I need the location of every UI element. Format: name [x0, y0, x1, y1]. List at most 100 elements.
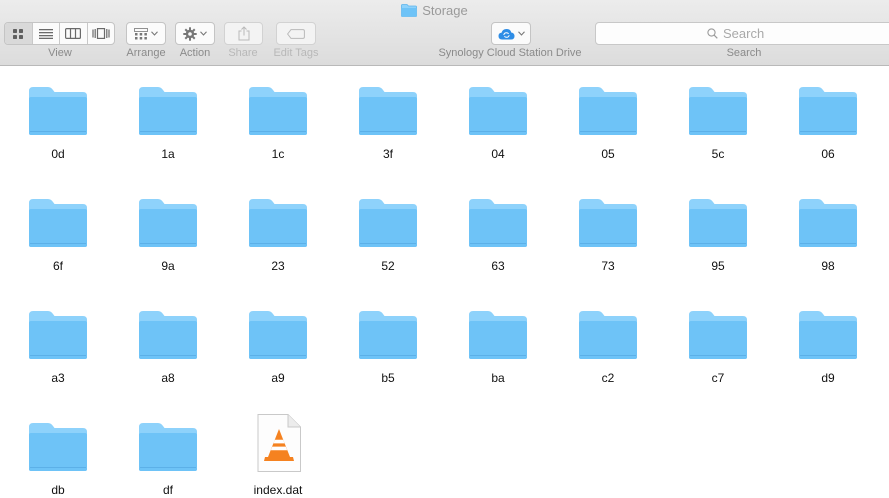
folder-icon: [359, 87, 417, 135]
folder-item[interactable]: 04: [443, 67, 553, 167]
folder-item[interactable]: c7: [663, 291, 773, 391]
folder-glyph: [687, 305, 749, 361]
folder-item[interactable]: 6f: [3, 179, 113, 279]
folder-glyph: [577, 305, 639, 361]
folder-icon: [139, 87, 197, 135]
file-glyph: [247, 414, 309, 473]
folder-glyph: [357, 193, 419, 249]
folder-item[interactable]: c2: [553, 291, 663, 391]
item-name: 05: [601, 147, 615, 161]
file-item[interactable]: index.dat: [223, 403, 333, 498]
folder-icon: [799, 87, 857, 135]
folder-glyph: [137, 305, 199, 361]
folder-item[interactable]: 73: [553, 179, 663, 279]
item-name: 06: [821, 147, 835, 161]
folder-item[interactable]: ba: [443, 291, 553, 391]
window-title: Storage: [0, 1, 889, 19]
item-name: a8: [161, 371, 175, 385]
folder-item[interactable]: 1c: [223, 67, 333, 167]
folder-item[interactable]: 63: [443, 179, 553, 279]
folder-glyph: [467, 193, 529, 249]
folder-glyph: [247, 305, 309, 361]
folder-item[interactable]: a9: [223, 291, 333, 391]
folder-item[interactable]: 3f: [333, 67, 443, 167]
list-view-icon: [38, 28, 53, 39]
folder-glyph: [137, 81, 199, 137]
folder-item[interactable]: 98: [773, 179, 883, 279]
folder-item[interactable]: 1a: [113, 67, 223, 167]
folder-item[interactable]: a8: [113, 291, 223, 391]
folder-item[interactable]: 95: [663, 179, 773, 279]
folder-item[interactable]: a3: [3, 291, 113, 391]
window-title-text: Storage: [422, 2, 468, 18]
folder-glyph: [247, 81, 309, 137]
icon-view-button[interactable]: [5, 23, 33, 44]
item-name: 9a: [161, 259, 175, 273]
item-name: a3: [51, 371, 65, 385]
folder-icon: [579, 311, 637, 359]
item-name: 1a: [161, 147, 175, 161]
item-name: index.dat: [253, 483, 303, 497]
item-name: db: [51, 483, 65, 497]
share-button[interactable]: [224, 22, 263, 45]
folder-item[interactable]: 9a: [113, 179, 223, 279]
folder-glyph: [27, 417, 89, 473]
folder-glyph: [247, 193, 309, 249]
share-label: Share: [228, 47, 258, 59]
folder-glyph: [27, 81, 89, 137]
item-name: 52: [381, 259, 395, 273]
action-button[interactable]: [175, 22, 215, 45]
folder-item[interactable]: 0d: [3, 67, 113, 167]
item-name: 04: [491, 147, 505, 161]
search-input[interactable]: [723, 26, 783, 41]
item-name: 63: [491, 259, 505, 273]
folder-glyph: [797, 193, 859, 249]
folder-glyph: [577, 193, 639, 249]
folder-item[interactable]: db: [3, 403, 113, 498]
search-icon: [707, 28, 718, 39]
folder-item[interactable]: b5: [333, 291, 443, 391]
finder-toolbar: Storage View Arrange Action Share Edit T…: [0, 0, 889, 66]
cover-flow-icon: [92, 28, 110, 39]
folder-icon: [139, 199, 197, 247]
folder-glyph: [687, 81, 749, 137]
item-name: 98: [821, 259, 835, 273]
edit-tags-button[interactable]: [276, 22, 316, 45]
folder-glyph: [467, 81, 529, 137]
share-icon: [238, 26, 249, 41]
arrange-label: Arrange: [126, 47, 166, 59]
chevron-down-icon: [200, 31, 207, 36]
folder-icon: [401, 3, 418, 17]
item-name: 0d: [51, 147, 65, 161]
cover-flow-button[interactable]: [88, 23, 115, 44]
cloud-station-label: Synology Cloud Station Drive: [438, 47, 582, 59]
column-view-icon: [65, 28, 82, 39]
tag-icon: [287, 28, 305, 39]
cloud-station-button[interactable]: [491, 22, 531, 45]
column-view-button[interactable]: [60, 23, 88, 44]
gear-icon: [183, 26, 197, 41]
folder-item[interactable]: 52: [333, 179, 443, 279]
folder-item[interactable]: 23: [223, 179, 333, 279]
folder-icon: [579, 199, 637, 247]
folder-item[interactable]: d9: [773, 291, 883, 391]
folder-item[interactable]: 06: [773, 67, 883, 167]
folder-icon: [249, 311, 307, 359]
folder-item[interactable]: df: [113, 403, 223, 498]
search-label: Search: [726, 47, 762, 59]
list-view-button[interactable]: [33, 23, 60, 44]
folder-item[interactable]: 5c: [663, 67, 773, 167]
item-name: c2: [601, 371, 615, 385]
arrange-button[interactable]: [126, 22, 166, 45]
folder-glyph: [137, 193, 199, 249]
folder-icon: [139, 423, 197, 471]
folder-icon: [689, 199, 747, 247]
folder-icon: [579, 87, 637, 135]
cloud-sync-icon: [498, 28, 514, 39]
search-field[interactable]: [595, 22, 889, 45]
folder-icon: [29, 311, 87, 359]
folder-icon: [359, 199, 417, 247]
folder-icon: [29, 87, 87, 135]
folder-item[interactable]: 05: [553, 67, 663, 167]
folder-icon: [249, 199, 307, 247]
